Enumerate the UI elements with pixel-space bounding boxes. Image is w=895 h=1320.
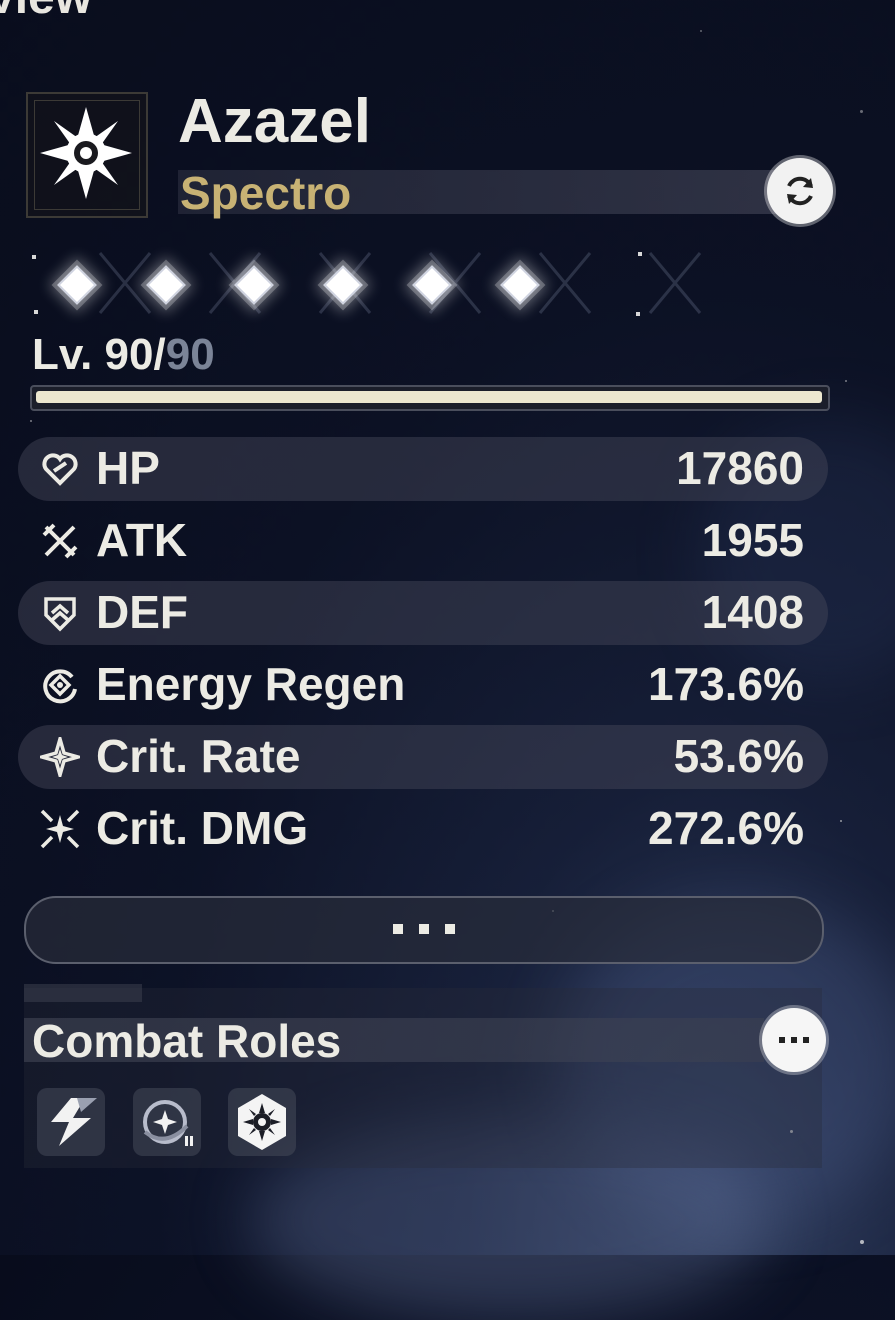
more-stats-button[interactable]	[24, 896, 824, 964]
sequence-node-3[interactable]	[232, 263, 276, 307]
sequence-corner	[638, 252, 642, 256]
refresh-icon	[787, 176, 813, 206]
sequence-corner	[32, 255, 36, 259]
lightning-slash-icon	[51, 1098, 97, 1146]
stat-row-atk: ATK 1955	[18, 509, 828, 573]
crit-dmg-icon	[40, 809, 80, 849]
spectro-icon	[26, 92, 146, 214]
sequence-node-5[interactable]	[410, 263, 454, 307]
combat-roles-more-button[interactable]	[762, 1008, 826, 1072]
combat-roles-title: Combat Roles	[32, 1015, 342, 1067]
role-star-orbit[interactable]	[133, 1088, 201, 1156]
sequence-node-6[interactable]	[498, 263, 542, 307]
role-lightning-slash[interactable]	[37, 1088, 105, 1156]
sequence-node-4[interactable]	[321, 263, 365, 307]
stat-row-hp: HP 17860	[18, 437, 828, 501]
hp-icon	[42, 453, 78, 486]
role-spectro-hex[interactable]	[228, 1088, 296, 1156]
stat-row-def: DEF 1408	[18, 581, 828, 645]
overview-title-partial: view	[0, 0, 92, 25]
ellipsis-icon	[779, 1037, 809, 1043]
sequence-corner	[636, 312, 640, 316]
stat-row-energy-regen: Energy Regen 173.6%	[18, 653, 828, 717]
sequence-node-2[interactable]	[144, 263, 188, 307]
sequence-corner	[34, 310, 38, 314]
stat-row-crit-rate: Crit. Rate 53.6%	[18, 725, 828, 789]
combat-roles-tab-decoration	[24, 984, 142, 1002]
spectro-hex-icon	[238, 1094, 286, 1150]
character-name: Azazel	[178, 87, 371, 156]
stat-row-crit-dmg: Crit. DMG 272.6%	[18, 797, 828, 861]
sequence-node-1[interactable]	[55, 263, 99, 307]
crit-rate-icon	[40, 737, 80, 777]
ellipsis-icon	[385, 921, 463, 939]
def-icon	[44, 597, 76, 632]
star-orbit-icon	[143, 1100, 193, 1146]
switch-character-button[interactable]	[767, 158, 833, 224]
energy-regen-icon	[43, 669, 77, 704]
character-element: Spectro	[180, 167, 352, 219]
xp-bar-fill	[36, 391, 822, 403]
level-label: Lv. 90/90	[32, 330, 215, 379]
atk-icon	[42, 523, 78, 559]
